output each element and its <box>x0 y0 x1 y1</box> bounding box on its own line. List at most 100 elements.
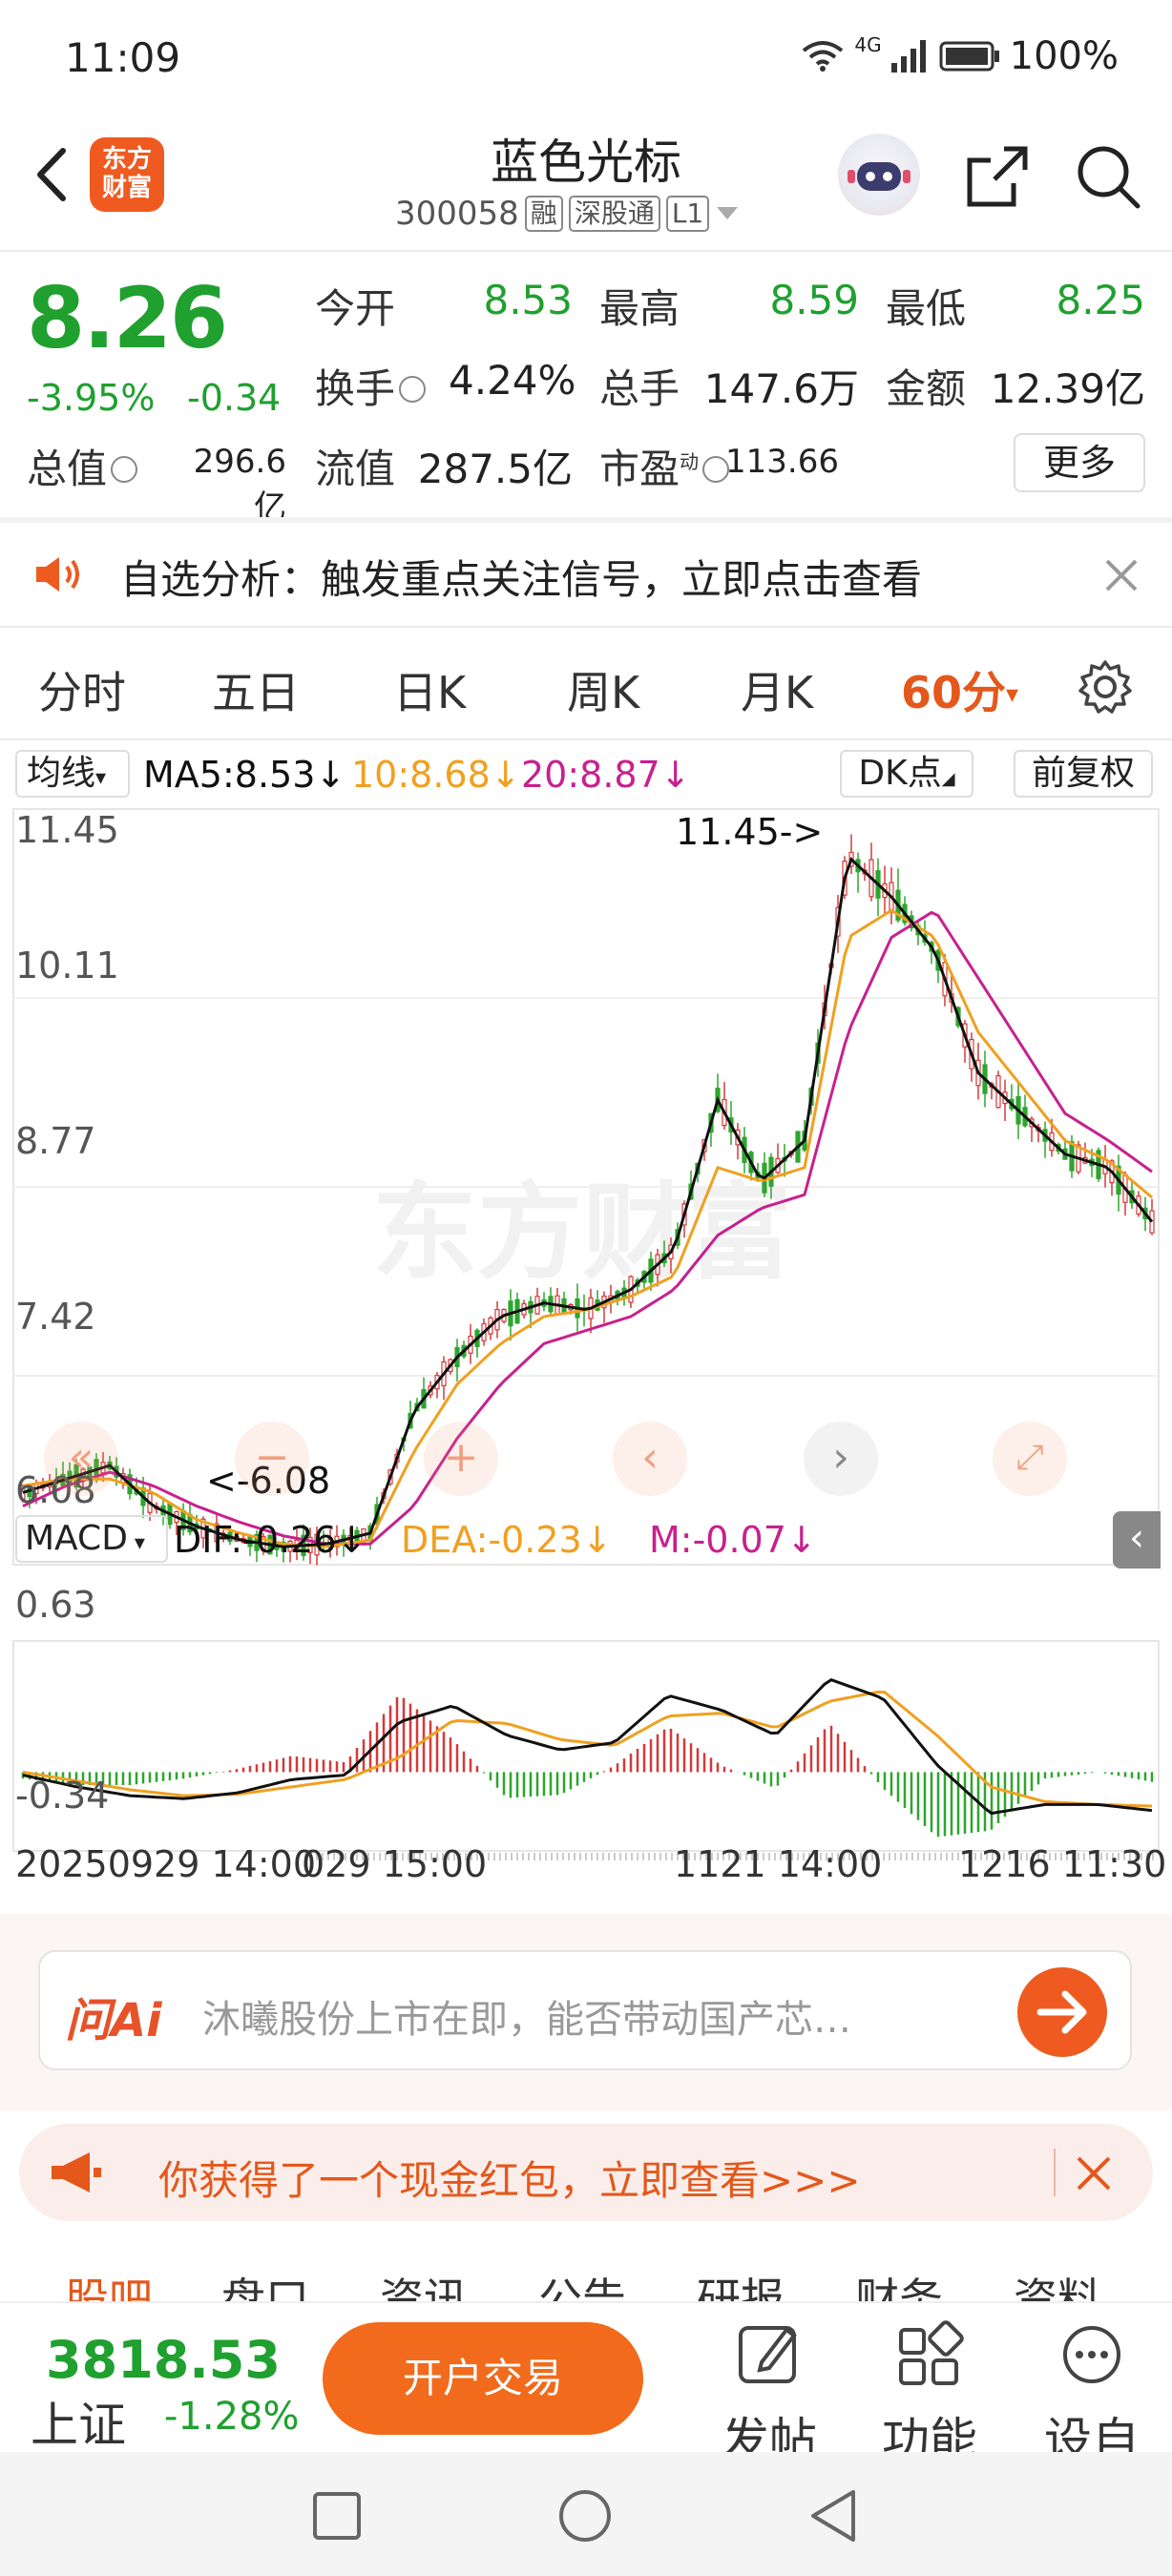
ma-menu[interactable]: 均线▾ <box>15 750 130 798</box>
tab-research[interactable]: 研报 <box>697 2265 785 2305</box>
zoom-out-icon[interactable]: − <box>235 1422 309 1496</box>
status-bar: 11:09 4G 100% <box>0 0 1172 114</box>
zoom-in-icon[interactable]: + <box>424 1422 498 1496</box>
tab-daily[interactable]: 日K <box>393 658 466 721</box>
tab-forum[interactable]: 股吧 <box>65 2265 153 2305</box>
status-time: 11:09 <box>65 34 181 81</box>
back-nav-icon[interactable] <box>807 2488 859 2544</box>
system-nav-bar <box>0 2452 1172 2576</box>
share-icon[interactable] <box>962 141 1033 212</box>
recents-icon[interactable] <box>311 2490 363 2542</box>
change-amount: -0.34 <box>187 377 282 419</box>
info-icon[interactable] <box>111 455 138 483</box>
tab-profile[interactable]: 资料 <box>1014 2265 1101 2305</box>
tab-60min[interactable]: 60分▾ <box>901 658 1018 721</box>
macd-menu[interactable]: MACD ▾ <box>15 1515 168 1563</box>
trade-button[interactable]: 开户交易 <box>323 2322 643 2435</box>
ma5-label: MA5:8.53↓ <box>143 754 346 796</box>
dif-line <box>22 1678 1153 1816</box>
pe-value: 113.66 <box>725 443 839 481</box>
search-icon[interactable] <box>1073 141 1143 212</box>
y-tick: 10.11 <box>15 945 119 987</box>
bottom-bar: 3818.53 上证 -1.28% 开户交易 发帖 功能 设自选 <box>0 2301 1172 2537</box>
dropdown-icon <box>717 207 739 219</box>
divider <box>0 626 1172 628</box>
chart-canvas: 东方财富 <box>12 808 1160 1860</box>
ai-assistant-icon[interactable] <box>838 134 920 216</box>
high-label: 最高 <box>599 285 680 332</box>
tab-five-day[interactable]: 五日 <box>212 658 300 721</box>
settings-gear-icon[interactable] <box>1077 658 1134 716</box>
amount-label: 金额 <box>886 365 967 412</box>
ma10-label: 10:8.68↓ <box>351 754 521 796</box>
macd-tick: -0.34 <box>15 1775 110 1817</box>
tag-connect: 深股通 <box>568 196 660 232</box>
notice-bar[interactable]: 自选分析：触发重点关注信号，立即点击查看 <box>0 523 1172 624</box>
content-tabs: 股吧 盘口 资讯 公告 研报 财务 资料 <box>0 2248 1172 2305</box>
close-icon[interactable] <box>1075 2154 1113 2192</box>
dropdown-icon: ▾ <box>1006 680 1019 709</box>
wifi-icon <box>803 41 844 72</box>
open-value: 8.53 <box>483 277 573 323</box>
network-label: 4G <box>854 33 882 56</box>
period-tabs: 分时 五日 日K 周K 月K 60分▾ <box>0 630 1172 740</box>
function-button[interactable]: 功能 <box>872 2316 987 2468</box>
kline-chart[interactable]: 均线▾ MA5:8.53↓ 10:8.68↓ 20:8.87↓ DK点◢ 前复权… <box>0 744 1172 1918</box>
market-cap-value: 296.6亿 <box>193 443 286 527</box>
tab-announcements[interactable]: 公告 <box>538 2265 626 2305</box>
more-button[interactable]: 更多 <box>1014 433 1145 492</box>
home-icon[interactable] <box>557 2488 613 2544</box>
y-tick: 11.45 <box>15 809 119 851</box>
tab-news[interactable]: 资讯 <box>380 2265 468 2305</box>
signal-icon <box>890 40 926 73</box>
collapse-icon[interactable]: ‹ <box>1113 1511 1161 1568</box>
m-label: M:-0.07↓ <box>649 1519 817 1561</box>
tab-weekly[interactable]: 周K <box>567 658 639 721</box>
dk-point-button[interactable]: DK点◢ <box>840 750 973 798</box>
stock-header: 东方 财富 蓝色光标 300058 融 深股通 L1 <box>0 114 1172 248</box>
tab-finance[interactable]: 财务 <box>855 2265 943 2305</box>
dea-line <box>22 1690 1153 1808</box>
ai-ask-box[interactable]: 问Ai 沐曦股份上市在即，能否带动国产芯… <box>38 1950 1132 2070</box>
last-price: 8.26 <box>27 269 228 367</box>
float-cap-value: 287.5亿 <box>417 446 573 492</box>
tab-monthly[interactable]: 月K <box>741 658 813 721</box>
close-icon[interactable] <box>1103 557 1140 593</box>
amount-value: 12.39亿 <box>990 365 1145 412</box>
turnover-label: 换手 <box>315 357 429 415</box>
speaker-icon <box>36 557 79 592</box>
stock-code: 300058 <box>395 195 519 233</box>
red-packet-text: 你获得了一个现金红包，立即查看>>> <box>158 2157 861 2204</box>
stock-code-row[interactable]: 300058 融 深股通 L1 <box>395 195 740 233</box>
battery-label: 100% <box>1009 34 1119 78</box>
high-value: 8.59 <box>769 277 859 323</box>
battery-icon <box>939 41 999 72</box>
ai-question: 沐曦股份上市在即，能否带动国产芯… <box>202 1998 851 2042</box>
rewind-icon[interactable]: « <box>44 1422 118 1496</box>
adjust-button[interactable]: 前复权 <box>1014 750 1153 798</box>
prev-icon[interactable]: ‹ <box>613 1422 687 1496</box>
ai-go-button[interactable] <box>1017 1967 1107 2057</box>
red-packet-banner[interactable]: 你获得了一个现金红包，立即查看>>> <box>19 2124 1153 2221</box>
divider <box>1054 2149 1056 2196</box>
tag-level: L1 <box>665 196 710 232</box>
volume-label: 总手 <box>599 365 680 412</box>
post-button[interactable]: 发帖 <box>712 2316 827 2468</box>
macd-tick: 0.63 <box>15 1584 96 1626</box>
info-icon[interactable] <box>399 375 427 403</box>
index-value[interactable]: 3818.53 <box>46 2330 281 2390</box>
index-name[interactable]: 上证 <box>31 2387 126 2456</box>
add-watchlist-button[interactable]: 设自选 <box>1035 2316 1149 2537</box>
fullscreen-icon[interactable]: ⤢ <box>993 1422 1067 1496</box>
ai-brand: 问Ai <box>65 1994 162 2047</box>
market-cap-label: 总值 <box>27 437 141 495</box>
ma20-label: 20:8.87↓ <box>521 754 691 796</box>
y-tick: 8.77 <box>15 1120 96 1162</box>
notice-text: 自选分析：触发重点关注信号，立即点击查看 <box>120 556 923 603</box>
tab-order-book[interactable]: 盘口 <box>221 2265 309 2305</box>
next-icon[interactable]: › <box>804 1422 878 1496</box>
max-price-label: 11.45-> <box>676 811 824 853</box>
divider <box>0 250 1172 252</box>
turnover-value: 4.24% <box>449 357 576 404</box>
tab-intraday[interactable]: 分时 <box>38 658 126 721</box>
